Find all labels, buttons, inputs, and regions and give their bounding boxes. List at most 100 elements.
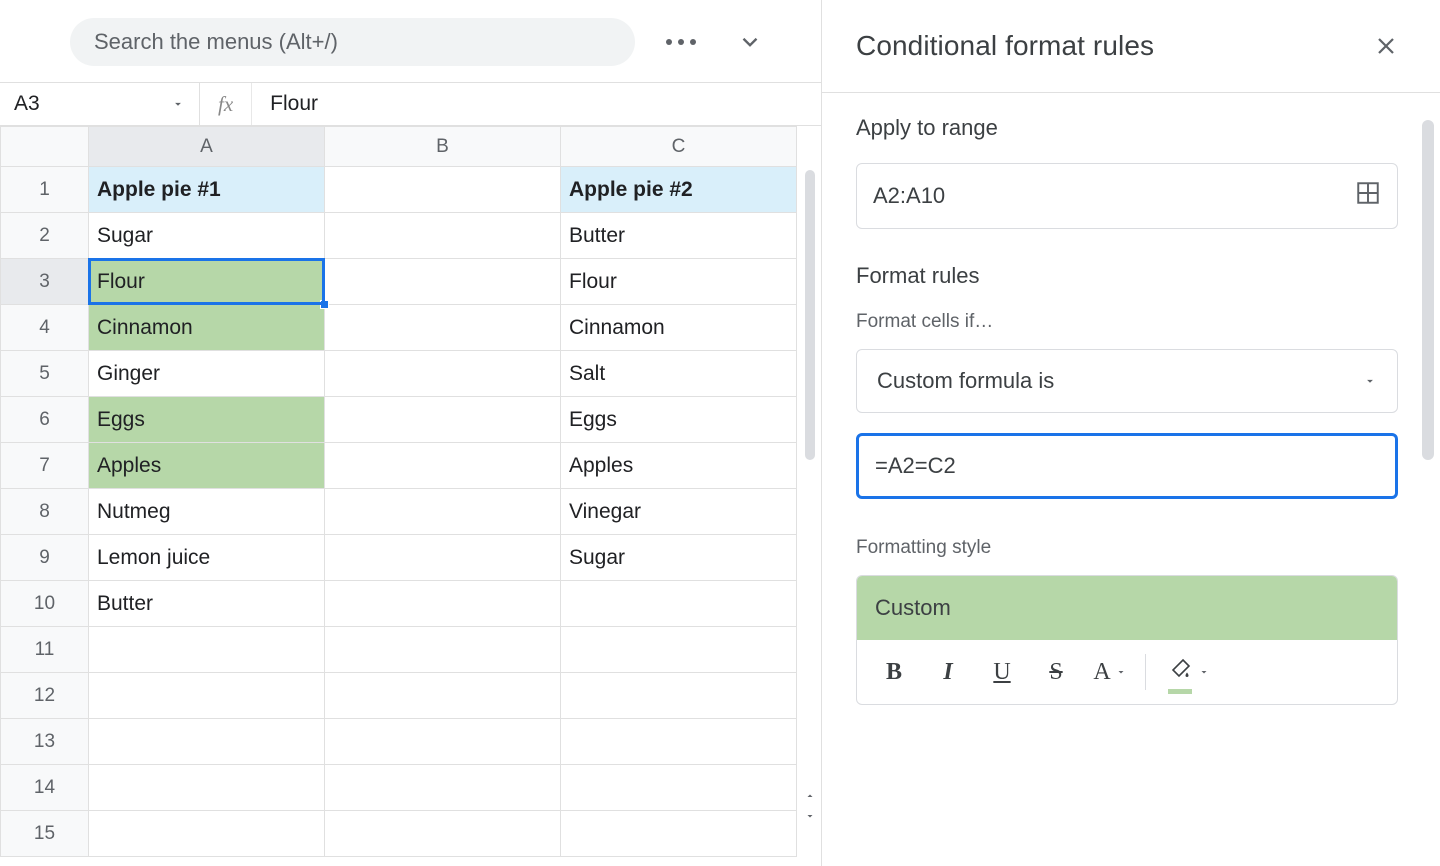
column-header-C[interactable]: C — [561, 127, 797, 167]
fill-handle[interactable] — [320, 300, 329, 309]
cell[interactable] — [325, 673, 561, 719]
cell[interactable]: Apples — [89, 443, 325, 489]
cell[interactable]: Butter — [561, 213, 797, 259]
spreadsheet-grid[interactable]: ABC1Apple pie #1Apple pie #22SugarButter… — [0, 126, 797, 857]
cell[interactable] — [325, 443, 561, 489]
cell[interactable] — [561, 673, 797, 719]
cell[interactable]: Vinegar — [561, 489, 797, 535]
close-panel-button[interactable] — [1374, 34, 1398, 58]
style-preview[interactable]: Custom — [857, 576, 1397, 640]
cell[interactable] — [89, 811, 325, 857]
scroll-up-button[interactable] — [803, 788, 817, 804]
row-header[interactable]: 11 — [1, 627, 89, 673]
row-header[interactable]: 6 — [1, 397, 89, 443]
row-header[interactable]: 13 — [1, 719, 89, 765]
cell[interactable] — [325, 581, 561, 627]
strikethrough-button[interactable]: S — [1029, 648, 1083, 696]
cell[interactable] — [325, 627, 561, 673]
cell[interactable] — [561, 765, 797, 811]
scrollbar-thumb[interactable] — [805, 170, 815, 460]
cell[interactable]: Eggs — [89, 397, 325, 443]
select-all-corner[interactable] — [1, 127, 89, 167]
expand-toolbar-button[interactable] — [727, 29, 773, 55]
menu-search-placeholder: Search the menus (Alt+/) — [94, 29, 338, 55]
cell[interactable]: Sugar — [561, 535, 797, 581]
cell[interactable]: Lemon juice — [89, 535, 325, 581]
cell[interactable] — [89, 719, 325, 765]
row-header[interactable]: 5 — [1, 351, 89, 397]
column-header-B[interactable]: B — [325, 127, 561, 167]
cell[interactable] — [325, 167, 561, 213]
style-preview-text: Custom — [875, 595, 951, 621]
row-header[interactable]: 3 — [1, 259, 89, 305]
panel-title: Conditional format rules — [856, 30, 1154, 62]
dropdown-arrow-icon — [171, 97, 185, 111]
cell[interactable]: Nutmeg — [89, 489, 325, 535]
cell[interactable]: Flour — [89, 259, 325, 305]
name-box-value: A3 — [14, 92, 40, 116]
row-header[interactable]: 1 — [1, 167, 89, 213]
menu-search[interactable]: Search the menus (Alt+/) — [70, 18, 635, 66]
row-header[interactable]: 12 — [1, 673, 89, 719]
scroll-down-button[interactable] — [803, 808, 817, 824]
row-header[interactable]: 9 — [1, 535, 89, 581]
cell[interactable]: Eggs — [561, 397, 797, 443]
cell[interactable]: Cinnamon — [561, 305, 797, 351]
cell[interactable] — [325, 811, 561, 857]
bold-button[interactable]: B — [867, 648, 921, 696]
formula-bar: A3 fx Flour — [0, 82, 821, 126]
row-header[interactable]: 14 — [1, 765, 89, 811]
cell[interactable] — [325, 489, 561, 535]
cell[interactable] — [89, 765, 325, 811]
text-color-button[interactable]: A — [1083, 648, 1137, 696]
row-header[interactable]: 2 — [1, 213, 89, 259]
cell[interactable] — [561, 811, 797, 857]
row-header[interactable]: 4 — [1, 305, 89, 351]
cell[interactable]: Ginger — [89, 351, 325, 397]
fill-color-button[interactable] — [1154, 648, 1224, 696]
name-box[interactable]: A3 — [0, 83, 200, 125]
cell[interactable] — [325, 765, 561, 811]
condition-select[interactable]: Custom formula is — [856, 349, 1398, 413]
row-header[interactable]: 8 — [1, 489, 89, 535]
panel-scrollbar-thumb[interactable] — [1422, 120, 1434, 460]
cell[interactable]: Apple pie #1 — [89, 167, 325, 213]
custom-formula-input[interactable]: =A2=C2 — [856, 433, 1398, 499]
apply-range-field[interactable]: A2:A10 — [856, 163, 1398, 229]
more-menu-button[interactable] — [663, 39, 699, 45]
cell[interactable] — [325, 719, 561, 765]
vertical-scrollbar[interactable] — [803, 170, 817, 826]
cell[interactable] — [561, 719, 797, 765]
column-header-A[interactable]: A — [89, 127, 325, 167]
cell[interactable] — [89, 673, 325, 719]
cell[interactable] — [325, 351, 561, 397]
row-header[interactable]: 7 — [1, 443, 89, 489]
fill-icon — [1168, 657, 1192, 688]
cell[interactable] — [89, 627, 325, 673]
cell[interactable] — [325, 259, 561, 305]
dropdown-arrow-icon — [1115, 666, 1127, 678]
fx-icon: fx — [200, 83, 252, 125]
cell[interactable] — [325, 535, 561, 581]
row-header[interactable]: 10 — [1, 581, 89, 627]
formula-input[interactable]: Flour — [252, 92, 821, 116]
cell[interactable]: Flour — [561, 259, 797, 305]
cell[interactable] — [561, 627, 797, 673]
cell[interactable] — [325, 397, 561, 443]
cell[interactable]: Cinnamon — [89, 305, 325, 351]
select-range-icon[interactable] — [1355, 180, 1381, 212]
conditional-format-panel: Conditional format rules Apply to range … — [822, 0, 1440, 866]
cell[interactable]: Apple pie #2 — [561, 167, 797, 213]
close-icon — [1374, 34, 1398, 58]
toolbar: Search the menus (Alt+/) — [0, 0, 821, 82]
underline-button[interactable]: U — [975, 648, 1029, 696]
cell[interactable]: Salt — [561, 351, 797, 397]
italic-button[interactable]: I — [921, 648, 975, 696]
cell[interactable] — [561, 581, 797, 627]
cell[interactable]: Butter — [89, 581, 325, 627]
row-header[interactable]: 15 — [1, 811, 89, 857]
cell[interactable] — [325, 305, 561, 351]
cell[interactable]: Sugar — [89, 213, 325, 259]
cell[interactable] — [325, 213, 561, 259]
cell[interactable]: Apples — [561, 443, 797, 489]
